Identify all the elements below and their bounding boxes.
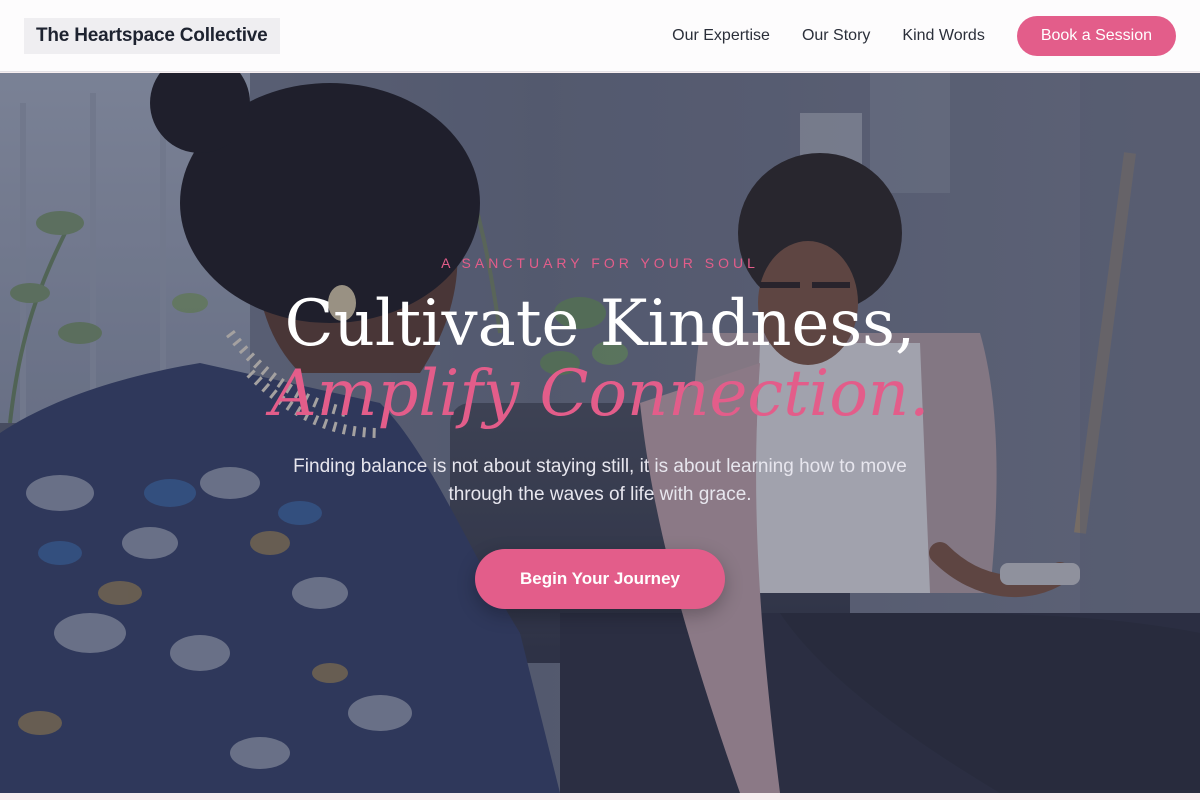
hero-content: A SANCTUARY FOR YOUR SOUL Cultivate Kind… xyxy=(0,73,1200,793)
next-section-edge xyxy=(0,793,1200,800)
main-nav: Our Expertise Our Story Kind Words Book … xyxy=(672,15,1176,56)
brand-logo[interactable]: The Heartspace Collective xyxy=(24,17,280,54)
begin-journey-button[interactable]: Begin Your Journey xyxy=(475,549,725,609)
nav-link-our-story[interactable]: Our Story xyxy=(802,27,870,45)
nav-link-our-expertise[interactable]: Our Expertise xyxy=(672,27,770,45)
book-session-button[interactable]: Book a Session xyxy=(1016,15,1176,56)
hero-subtitle: Finding balance is not about staying sti… xyxy=(293,456,907,505)
hero-headline-line1: Cultivate Kindness, xyxy=(284,287,916,361)
hero-section: A SANCTUARY FOR YOUR SOUL Cultivate Kind… xyxy=(0,73,1200,793)
top-navbar: The Heartspace Collective Our Expertise … xyxy=(0,0,1200,72)
nav-link-kind-words[interactable]: Kind Words xyxy=(902,27,984,45)
hero-headline-line2: Amplify Connection. xyxy=(270,357,930,431)
hero-headline: Cultivate Kindness, Amplify Connection. xyxy=(271,289,930,429)
hero-eyebrow: A SANCTUARY FOR YOUR SOUL xyxy=(441,255,759,271)
